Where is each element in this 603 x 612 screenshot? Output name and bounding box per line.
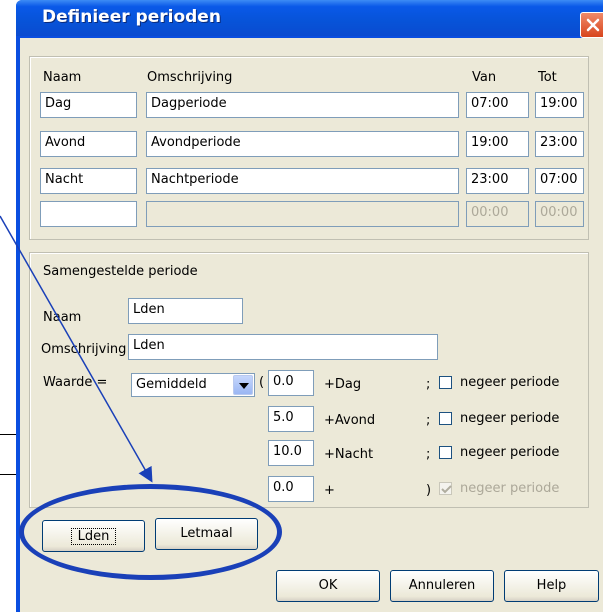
annotation-arrow <box>0 215 153 483</box>
